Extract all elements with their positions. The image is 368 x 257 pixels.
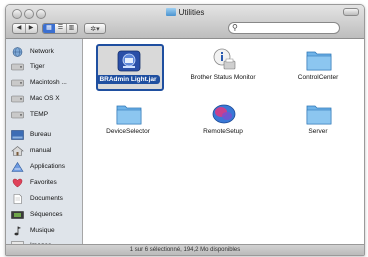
home-icon <box>11 146 24 156</box>
sidebar-item-label: Favorites <box>30 179 57 186</box>
sidebar-item-mac-os-x[interactable]: Mac OS X <box>11 92 83 106</box>
file-item-label: Brother Status Monitor <box>190 74 256 81</box>
finder-window: Utilities ◀ ▶ ▦ ☰ ▥ ✲▾ ⚲ Network Tiger M… <box>5 4 365 256</box>
forward-button[interactable]: ▶ <box>25 24 37 33</box>
folder-icon <box>306 105 332 125</box>
icon-view-button[interactable]: ▦ <box>43 24 55 33</box>
hard-drive-icon <box>11 63 24 71</box>
file-item-deviceselector[interactable]: DeviceSelector <box>83 96 173 150</box>
search-field[interactable]: ⚲ <box>228 22 340 34</box>
movie-icon <box>11 211 24 219</box>
sidebar-item-macintosh[interactable]: Macintosh ... <box>11 76 83 90</box>
sidebar-item-label: Network <box>30 48 54 55</box>
sidebar-item-label: Bureau <box>30 131 51 138</box>
file-item-label: DeviceSelector <box>106 128 150 135</box>
network-globe-icon <box>12 47 23 57</box>
desktop-icon <box>11 130 24 140</box>
sidebar-item-manual[interactable]: manual <box>11 144 83 158</box>
document-icon <box>13 194 22 204</box>
file-item-remotesetup[interactable]: RemoteSetup <box>178 96 268 150</box>
file-item-label: Server <box>308 128 328 135</box>
file-item-bradmin-light[interactable]: BRAdmin Light.jar <box>83 42 173 96</box>
file-item-label: ControlCenter <box>297 74 339 81</box>
sidebar-item-temp[interactable]: TEMP <box>11 108 83 122</box>
sidebar-item-bureau[interactable]: Bureau <box>11 128 83 142</box>
view-mode-control: ▦ ☰ ▥ <box>42 23 78 34</box>
status-bar: 1 sur 6 sélectionné, 194,2 Mo disponible… <box>6 244 364 255</box>
file-item-controlcenter[interactable]: ControlCenter <box>273 42 363 96</box>
bradmin-java-icon <box>117 50 141 72</box>
title-folder-icon <box>165 8 176 16</box>
folder-icon <box>306 51 332 71</box>
file-item-label-wrap: BRAdmin Light.jar <box>92 75 164 84</box>
toolbar-toggle-button[interactable] <box>343 8 359 16</box>
sidebar-item-label: Mac OS X <box>30 95 60 102</box>
action-menu-button[interactable]: ✲▾ <box>84 23 106 34</box>
file-item-label: RemoteSetup <box>203 128 243 135</box>
sidebar-item-applications[interactable]: Applications <box>11 160 83 174</box>
sidebar-item-sequences[interactable]: Séquences <box>11 208 83 222</box>
sidebar-item-label: Tiger <box>30 63 45 70</box>
window-title: Utilities <box>178 8 205 17</box>
window-title-area: Utilities <box>6 8 364 20</box>
hard-drive-icon <box>11 95 24 103</box>
music-icon <box>14 226 21 236</box>
gear-icon: ✲▾ <box>90 26 100 33</box>
hard-drive-icon <box>11 79 24 87</box>
sidebar-item-musique[interactable]: Musique <box>11 224 83 238</box>
sidebar-item-label: Macintosh ... <box>30 79 67 86</box>
sidebar-item-label: Documents <box>30 195 63 202</box>
sidebar-item-favorites[interactable]: Favorites <box>11 176 83 190</box>
sidebar-item-label: Séquences <box>30 211 63 218</box>
status-monitor-icon <box>213 48 236 70</box>
folder-icon <box>116 105 142 125</box>
sidebar-item-label: manual <box>30 147 52 154</box>
search-icon: ⚲ <box>232 23 238 32</box>
sidebar-item-network[interactable]: Network <box>11 45 83 59</box>
file-item-brother-status-monitor[interactable]: Brother Status Monitor <box>178 42 268 96</box>
heart-icon <box>12 178 23 188</box>
column-view-button[interactable]: ▥ <box>66 24 77 33</box>
file-item-server[interactable]: Server <box>273 96 363 150</box>
file-browser: BRAdmin Light.jar Brother Status Monitor… <box>83 39 364 244</box>
sidebar-item-tiger[interactable]: Tiger <box>11 60 83 74</box>
title-bar: Utilities ◀ ▶ ▦ ☰ ▥ ✲▾ ⚲ <box>6 5 364 39</box>
remote-setup-icon <box>212 104 236 124</box>
sidebar-item-label: Musique <box>30 227 55 234</box>
back-forward-control: ◀ ▶ <box>12 23 38 34</box>
sidebar-item-label: Applications <box>30 163 66 170</box>
sidebar-item-documents[interactable]: Documents <box>11 192 83 206</box>
sidebar-item-label: TEMP <box>30 111 49 118</box>
applications-icon <box>11 162 24 172</box>
sidebar: Network Tiger Macintosh ... Mac OS X TEM… <box>6 39 83 251</box>
status-text: 1 sur 6 sélectionné, 194,2 Mo disponible… <box>129 247 241 253</box>
file-item-label: BRAdmin Light.jar <box>96 75 160 84</box>
hard-drive-icon <box>11 111 24 119</box>
